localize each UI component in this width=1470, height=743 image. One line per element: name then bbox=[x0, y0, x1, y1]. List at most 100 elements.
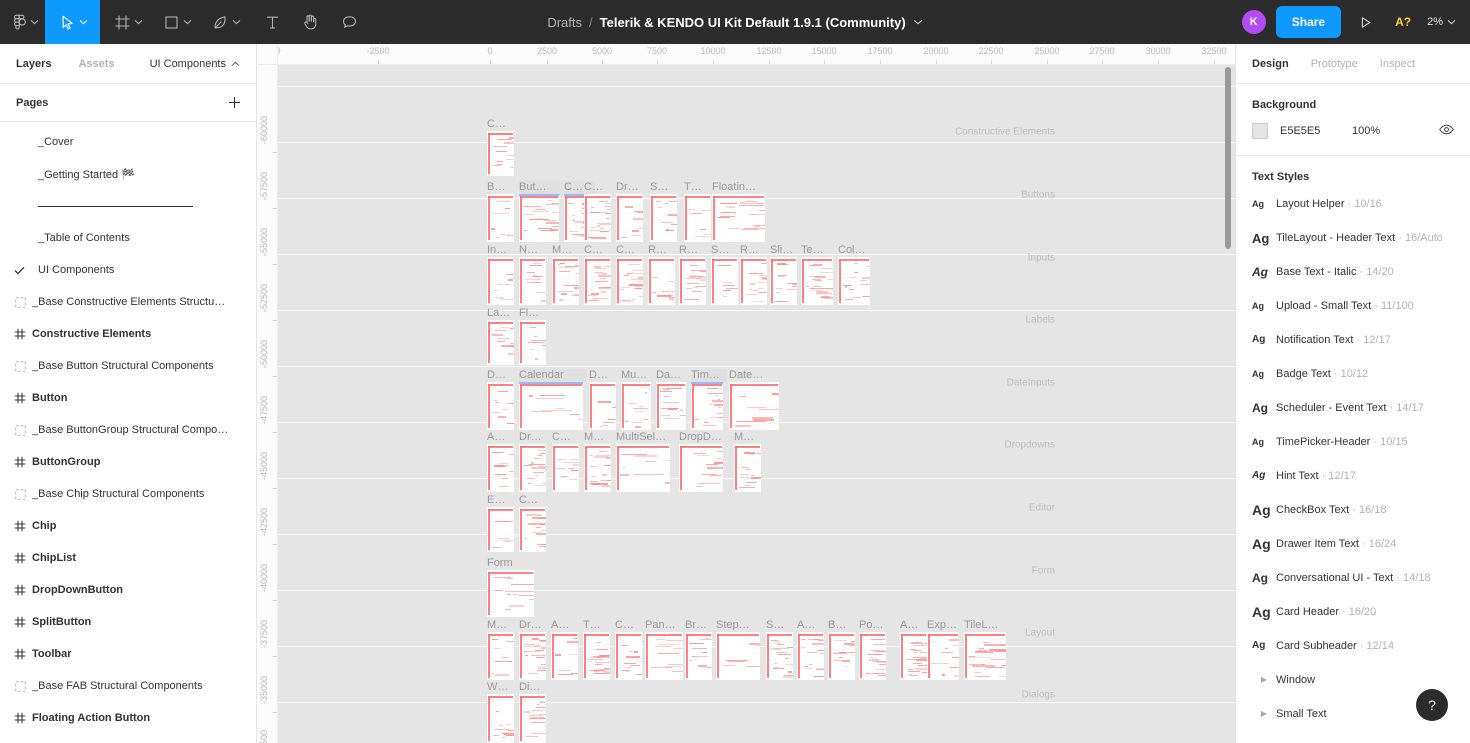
layer-row-4[interactable]: _Base ButtonGroup Structural Compo… bbox=[0, 414, 256, 446]
text-style-row[interactable]: Ag Conversational UI - Text · 14/18 bbox=[1236, 561, 1470, 595]
shape-tool-chevron-icon[interactable] bbox=[180, 19, 194, 25]
chevron-down-icon[interactable] bbox=[27, 19, 41, 25]
page-item-getting-started[interactable]: _Getting Started 🏁 bbox=[0, 158, 256, 190]
frame-label[interactable]: M… bbox=[734, 431, 765, 444]
canvas-frame[interactable] bbox=[584, 444, 611, 492]
canvas-frame[interactable] bbox=[552, 257, 579, 305]
frame-label[interactable]: S… bbox=[650, 181, 681, 194]
frame-label[interactable]: T… bbox=[684, 181, 715, 194]
canvas-frame[interactable] bbox=[964, 632, 1006, 680]
comment-tool-button[interactable] bbox=[330, 0, 369, 44]
canvas-frame[interactable] bbox=[487, 444, 514, 492]
text-style-row[interactable]: Ag Layout Helper · 10/16 bbox=[1236, 187, 1470, 221]
canvas-frame[interactable] bbox=[583, 632, 610, 680]
hand-tool-button[interactable] bbox=[291, 0, 330, 44]
tab-layers[interactable]: Layers bbox=[16, 58, 51, 70]
canvas-frame[interactable] bbox=[519, 382, 583, 430]
frame-label[interactable]: Te… bbox=[801, 244, 837, 257]
frame-tool-chevron-icon[interactable] bbox=[131, 19, 145, 25]
layer-row-12[interactable]: _Base FAB Structural Components bbox=[0, 670, 256, 702]
frame-label[interactable]: R… bbox=[740, 244, 771, 257]
file-name-label[interactable]: Telerik & KENDO UI Kit Default 1.9.1 (Co… bbox=[600, 15, 906, 30]
frame-label[interactable]: C… bbox=[584, 181, 615, 194]
frame-label[interactable]: W… bbox=[487, 681, 518, 694]
frame-label[interactable]: Dr… bbox=[519, 619, 550, 632]
canvas-frame[interactable] bbox=[656, 382, 686, 430]
frame-label[interactable]: Da… bbox=[656, 369, 690, 382]
page-item-cover[interactable]: _Cover bbox=[0, 126, 256, 158]
zoom-control[interactable]: 2% bbox=[1427, 16, 1458, 28]
canvas-frame[interactable] bbox=[859, 632, 886, 680]
layer-row-5[interactable]: ButtonGroup bbox=[0, 446, 256, 478]
frame-label[interactable]: Step… bbox=[716, 619, 764, 632]
background-color-swatch[interactable] bbox=[1252, 123, 1268, 139]
canvas-frame[interactable] bbox=[691, 382, 723, 430]
canvas-frame[interactable] bbox=[589, 382, 616, 430]
canvas-frame[interactable] bbox=[801, 257, 833, 305]
layer-row-14[interactable]: _Base Input Structural Components bbox=[0, 734, 256, 743]
frame-label[interactable]: Po… bbox=[859, 619, 890, 632]
pen-tool-chevron-icon[interactable] bbox=[229, 19, 243, 25]
layer-row-7[interactable]: Chip bbox=[0, 510, 256, 542]
background-opacity-value[interactable]: 100% bbox=[1352, 125, 1380, 137]
eye-icon[interactable] bbox=[1439, 122, 1454, 140]
tab-inspect[interactable]: Inspect bbox=[1380, 58, 1415, 70]
frame-label[interactable]: MultiSel… bbox=[616, 431, 674, 444]
file-menu-chevron-icon[interactable] bbox=[913, 19, 923, 25]
frame-label[interactable]: DropD… bbox=[679, 431, 727, 444]
canvas-frame[interactable] bbox=[740, 257, 767, 305]
canvas-frame[interactable] bbox=[551, 632, 578, 680]
frame-label[interactable]: S… bbox=[711, 244, 742, 257]
canvas-frame[interactable] bbox=[487, 694, 514, 743]
text-styles-list[interactable]: Ag Layout Helper · 10/16 Ag TileLayout - He… bbox=[1236, 183, 1470, 731]
canvas-frame[interactable] bbox=[679, 444, 723, 492]
layer-row-8[interactable]: ChipList bbox=[0, 542, 256, 574]
canvas-frame[interactable] bbox=[487, 257, 514, 305]
canvas-frame[interactable] bbox=[487, 320, 514, 365]
canvas-frame[interactable] bbox=[616, 257, 643, 305]
text-style-row[interactable]: Ag Base Text - Italic · 14/20 bbox=[1236, 255, 1470, 289]
canvas-frame[interactable] bbox=[711, 257, 738, 305]
background-fill-row[interactable]: E5E5E5 100% bbox=[1236, 111, 1470, 155]
canvas-frame[interactable] bbox=[770, 257, 797, 305]
canvas-frame[interactable] bbox=[734, 444, 761, 492]
frame-label[interactable]: B… bbox=[487, 181, 518, 194]
frame-label[interactable]: M… bbox=[552, 244, 583, 257]
shape-tool-button[interactable] bbox=[149, 0, 198, 44]
canvas-frame[interactable] bbox=[487, 194, 514, 242]
canvas-frame[interactable] bbox=[685, 632, 712, 680]
frame-label[interactable]: But… bbox=[519, 181, 563, 194]
canvas-frame[interactable] bbox=[519, 444, 546, 492]
frame-label[interactable]: Dr… bbox=[519, 431, 550, 444]
canvas-frame[interactable] bbox=[684, 194, 711, 242]
canvas-frame[interactable] bbox=[519, 507, 546, 552]
canvas-frame[interactable] bbox=[648, 257, 675, 305]
frame-label[interactable]: S… bbox=[766, 619, 797, 632]
frame-label[interactable]: D… bbox=[589, 369, 620, 382]
horizontal-ruler[interactable]: -7500-5000-25000250050007500100001250015… bbox=[257, 44, 1235, 65]
move-tool-button[interactable] bbox=[45, 0, 100, 44]
frame-label[interactable]: E… bbox=[487, 494, 518, 507]
frame-label[interactable]: Form bbox=[487, 557, 538, 570]
layer-row-3[interactable]: Button bbox=[0, 382, 256, 414]
tab-assets[interactable]: Assets bbox=[78, 58, 114, 70]
text-style-row[interactable]: Ag Notification Text · 12/17 bbox=[1236, 323, 1470, 357]
frame-label[interactable]: Floatin… bbox=[712, 181, 769, 194]
canvas-frame[interactable] bbox=[716, 632, 760, 680]
frame-label[interactable]: C… bbox=[487, 118, 518, 131]
layer-row-0[interactable]: _Base Constructive Elements Structu… bbox=[0, 286, 256, 318]
canvas-frame[interactable] bbox=[552, 444, 579, 492]
frame-label[interactable]: Di… bbox=[519, 681, 550, 694]
layer-row-2[interactable]: _Base Button Structural Components bbox=[0, 350, 256, 382]
canvas-frame[interactable] bbox=[650, 194, 677, 242]
frame-label[interactable]: La… bbox=[487, 307, 518, 320]
triangle-right-icon[interactable]: ▶ bbox=[1252, 710, 1276, 718]
canvas-frame[interactable] bbox=[645, 632, 683, 680]
canvas-frame[interactable] bbox=[487, 382, 514, 430]
user-avatar[interactable]: K bbox=[1241, 10, 1266, 34]
frame-label[interactable]: C… bbox=[552, 431, 583, 444]
background-hex-value[interactable]: E5E5E5 bbox=[1280, 125, 1352, 137]
help-button[interactable]: ? bbox=[1416, 689, 1448, 721]
canvas-frame[interactable] bbox=[519, 694, 546, 743]
design-canvas[interactable]: Constructive Elements Buttons Inputs Labels… bbox=[257, 44, 1235, 743]
